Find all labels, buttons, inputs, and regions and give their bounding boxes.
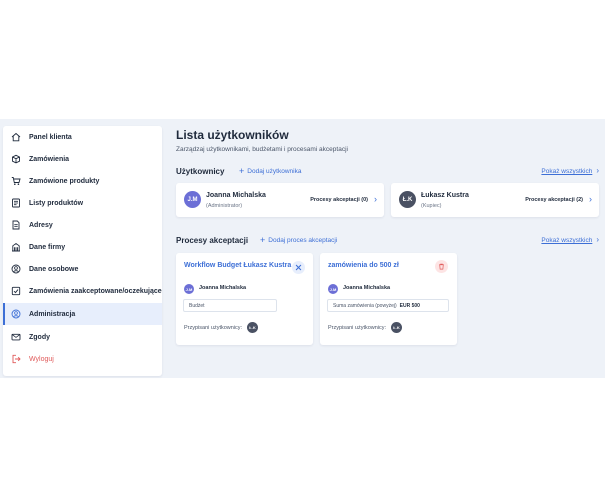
box-icon [11,154,21,164]
process-condition-field: Budżet [183,299,277,312]
trash-icon[interactable] [435,260,448,273]
sidebar-item-listy-produktow[interactable]: Listy produktów [3,192,162,214]
avatar: Ł.K [247,322,258,333]
avatar: J.M [184,284,194,294]
close-icon[interactable] [292,261,305,274]
app-background: Panel klienta Zamówienia Zamówione produ… [0,119,605,378]
list-icon [11,198,21,208]
user-name: Joanna Michalska [206,192,266,199]
sidebar-item-label: Administracja [29,310,76,318]
processes-section-title: Procesy akceptacji [176,236,249,245]
person-icon [11,264,21,274]
user-processes-count: Procesy akceptacji (0) [310,197,368,203]
logout-icon [11,354,21,364]
sidebar-item-label: Zamówienia zaakceptowane/oczekujące [29,287,162,295]
process-user-name: Joanna Michalska [199,285,247,291]
sidebar-item-zgody[interactable]: Zgody [3,326,162,348]
process-user-name: Joanna Michalska [343,285,391,291]
avatar: Ł.K [399,191,416,208]
plus-icon: + [239,166,245,176]
sidebar-item-zamowienia[interactable]: Zamówienia [3,148,162,170]
sidebar-item-zamowienia-zaakceptowane[interactable]: Zamówienia zaakceptowane/oczekujące [3,280,162,302]
sidebar-item-zamowione-produkty[interactable]: Zamówione produkty [3,170,162,192]
sidebar: Panel klienta Zamówienia Zamówione produ… [3,126,162,376]
process-card: zamówienia do 500 zł J.M Joanna Michalsk… [320,253,457,345]
chevron-right-icon: › [596,166,599,175]
sidebar-item-adresy[interactable]: Adresy [3,214,162,236]
users-show-all-link[interactable]: Pokaż wszystkich › [541,166,599,175]
avatar: Ł.K [391,322,402,333]
chevron-right-icon[interactable]: › [374,194,377,204]
sidebar-item-administracja[interactable]: Administracja [3,303,162,325]
document-icon [11,220,21,230]
sidebar-item-label: Panel klienta [29,133,72,141]
user-name: Łukasz Kustra [421,192,469,199]
process-card: Workflow Budget Łukasz Kustra J.M Joanna… [176,253,313,345]
user-role: (Kupiec) [421,203,442,209]
page-title: Lista użytkowników [176,128,289,142]
process-title[interactable]: Workflow Budget Łukasz Kustra [184,262,291,269]
user-processes-count: Procesy akceptacji (2) [525,197,583,203]
add-process-button[interactable]: + Dodaj proces akceptacji [260,235,337,245]
sidebar-item-label: Zamówienia [29,155,70,163]
checkbox-icon [11,286,21,296]
building-icon [11,242,21,252]
assigned-users-label: Przypisani użytkownicy: [184,325,243,331]
assigned-users-label: Przypisani użytkownicy: [328,325,387,331]
users-section-title: Użytkownicy [176,167,225,176]
sidebar-item-wyloguj[interactable]: Wyloguj [3,348,162,370]
sidebar-item-label: Zamówione produkty [29,177,100,185]
chevron-right-icon[interactable]: › [589,194,592,204]
avatar: J.M [184,191,201,208]
user-role: (Administrator) [206,203,243,209]
chevron-right-icon: › [596,235,599,244]
home-icon [11,132,21,142]
sidebar-item-label: Dane osobowe [29,265,79,273]
sidebar-item-label: Listy produktów [29,199,84,207]
sidebar-item-label: Adresy [29,221,53,229]
sidebar-item-panel-klienta[interactable]: Panel klienta [3,126,162,148]
process-title[interactable]: zamówienia do 500 zł [328,262,399,269]
sidebar-item-label: Dane firmy [29,243,66,251]
plus-icon: + [260,235,266,245]
user-card[interactable]: J.M Joanna Michalska (Administrator) Pro… [176,183,384,217]
page-subtitle: Zarządzaj użytkownikami, budżetami i pro… [176,146,348,153]
sidebar-item-dane-osobowe[interactable]: Dane osobowe [3,258,162,280]
add-user-button[interactable]: + Dodaj użytkownika [239,166,301,176]
admin-icon [11,309,21,319]
sidebar-item-label: Wyloguj [29,355,54,363]
mail-icon [11,332,21,342]
processes-show-all-link[interactable]: Pokaż wszystkich › [541,235,599,244]
sidebar-item-label: Zgody [29,333,50,341]
process-condition-field: Suma zamówienia (powyżej) EUR 500 [327,299,449,312]
avatar: J.M [328,284,338,294]
cart-icon [11,176,21,186]
user-card[interactable]: Ł.K Łukasz Kustra (Kupiec) Procesy akcep… [391,183,599,217]
sidebar-item-dane-firmy[interactable]: Dane firmy [3,236,162,258]
